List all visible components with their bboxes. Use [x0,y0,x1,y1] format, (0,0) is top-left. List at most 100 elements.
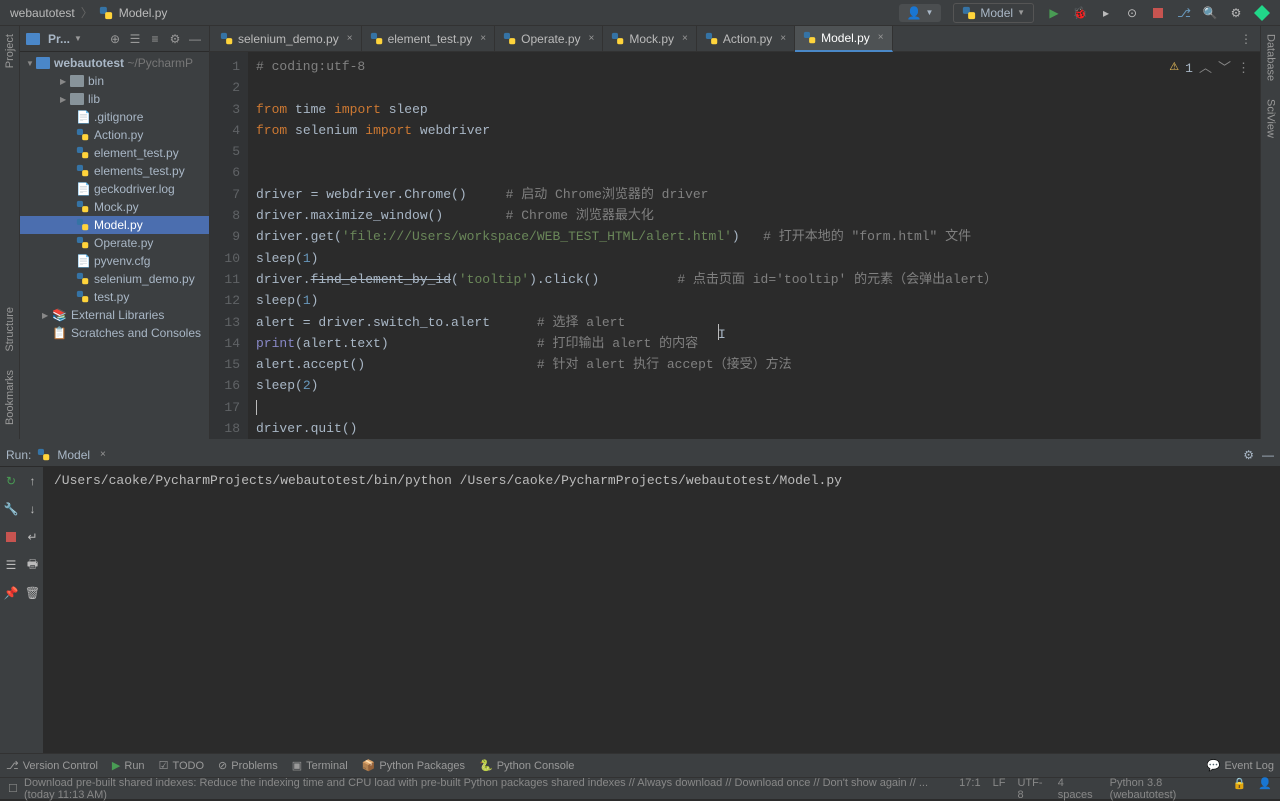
tab-model[interactable]: Model.py× [795,26,893,52]
bookmarks-tool-tab[interactable]: Bookmarks [4,366,16,429]
close-icon[interactable]: × [682,33,688,44]
coverage-icon[interactable]: ▸ [1098,5,1114,21]
warning-icon[interactable]: ⚠ [1169,58,1179,79]
project-tree[interactable]: ▼ webautotest ~/PycharmP ▶bin ▶lib 📄.git… [20,52,209,344]
gear-icon[interactable]: ⚙ [167,31,183,47]
line-number-gutter[interactable]: 123456789101112131415161718 [210,52,248,439]
collapse-all-icon[interactable]: ≡ [147,31,163,47]
tab-mock[interactable]: Mock.py× [603,26,697,52]
project-tool-tab[interactable]: Project [4,30,16,72]
tree-file[interactable]: Mock.py [20,198,209,216]
layout-icon[interactable]: ☰ [3,557,19,573]
tree-file[interactable]: 📄pyvenv.cfg [20,252,209,270]
tab-more-icon[interactable]: ⋮ [1232,32,1260,46]
lock-icon[interactable]: 🔒 [1233,777,1247,801]
interpreter[interactable]: Python 3.8 (webautotest) [1110,777,1221,801]
settings-icon[interactable]: ⚙ [1228,5,1244,21]
status-message[interactable]: Download pre-built shared indexes: Reduc… [24,777,959,801]
down-icon[interactable]: ↓ [25,501,41,517]
run-config-name[interactable]: Model [57,448,90,462]
tree-folder-bin[interactable]: ▶bin [20,72,209,90]
close-icon[interactable]: × [878,32,884,43]
tree-file[interactable]: element_test.py [20,144,209,162]
tab-element-test[interactable]: element_test.py× [362,26,496,52]
breadcrumb-project[interactable]: webautotest [10,6,75,20]
print-icon[interactable]: 🖶 [25,557,41,573]
more-icon[interactable]: ⋮ [1237,58,1250,79]
tree-file[interactable]: 📄geckodriver.log [20,180,209,198]
close-icon[interactable]: × [480,33,486,44]
stop-icon[interactable] [3,529,19,545]
terminal-tool[interactable]: ▣Terminal [292,759,348,772]
run-icon[interactable]: ▶ [1046,5,1062,21]
chevron-right-icon[interactable]: ▶ [60,95,70,104]
tree-scratches[interactable]: 📋Scratches and Consoles [20,324,209,342]
wrench-icon[interactable]: 🔧 [3,501,19,517]
stop-icon[interactable] [1150,5,1166,21]
hide-icon[interactable]: — [187,31,203,47]
problems-tool[interactable]: ⊘Problems [218,759,278,772]
indent[interactable]: 4 spaces [1058,777,1098,801]
tree-file[interactable]: Operate.py [20,234,209,252]
select-opened-file-icon[interactable]: ⊕ [107,31,123,47]
tab-selenium-demo[interactable]: selenium_demo.py× [212,26,362,52]
breadcrumb-file[interactable]: Model.py [119,6,168,20]
code-editor[interactable]: 123456789101112131415161718 ⚠1︿﹀⋮# codin… [210,52,1260,439]
inspection-widget[interactable]: ⚠1︿﹀⋮ [1169,58,1250,79]
profile-icon[interactable]: ⊙ [1124,5,1140,21]
soft-wrap-icon[interactable]: ↵ [25,529,41,545]
gear-icon[interactable]: ⚙ [1243,448,1254,462]
database-tool-tab[interactable]: Database [1265,30,1277,85]
close-icon[interactable]: × [780,33,786,44]
tool-windows-icon[interactable]: ☐ [8,782,18,795]
chevron-down-icon[interactable]: ﹀ [1218,58,1231,79]
tree-file[interactable]: elements_test.py [20,162,209,180]
python-packages-tool[interactable]: 📦Python Packages [362,759,465,772]
run-output[interactable]: /Users/caoke/PycharmProjects/webautotest… [44,467,1280,753]
search-icon[interactable]: 🔍 [1202,5,1218,21]
debug-icon[interactable]: 🐞 [1072,5,1088,21]
sciview-tool-tab[interactable]: SciView [1265,95,1277,142]
tree-file[interactable]: Action.py [20,126,209,144]
rerun-icon[interactable]: ↻ [3,473,19,489]
line-ending[interactable]: LF [993,777,1006,801]
tree-file-selected[interactable]: Model.py [20,216,209,234]
chevron-right-icon[interactable]: ▶ [60,77,70,86]
close-icon[interactable]: × [347,33,353,44]
chevron-up-icon[interactable]: ︿ [1199,58,1212,79]
tree-external-libs[interactable]: ▶📚External Libraries [20,306,209,324]
vcs-tool[interactable]: ⎇Version Control [6,759,98,772]
run-config-selector[interactable]: Model ▼ [953,3,1034,23]
folder-icon [70,75,84,87]
close-icon[interactable]: × [589,33,595,44]
tree-root[interactable]: ▼ webautotest ~/PycharmP [20,54,209,72]
event-log-tool[interactable]: 💬Event Log [1207,759,1274,772]
up-icon[interactable]: ↑ [25,473,41,489]
tree-file[interactable]: 📄.gitignore [20,108,209,126]
todo-tool[interactable]: ☑TODO [159,759,204,772]
run-tool[interactable]: ▶Run [112,759,145,772]
profile-icon[interactable]: 👤 [1258,777,1272,801]
user-button[interactable]: 👤▼ [899,4,942,22]
expand-all-icon[interactable]: ☰ [127,31,143,47]
tree-file[interactable]: selenium_demo.py [20,270,209,288]
chevron-right-icon[interactable]: ▶ [42,311,52,320]
cursor-position[interactable]: 17:1 [959,777,980,801]
tab-operate[interactable]: Operate.py× [495,26,603,52]
pin-icon[interactable]: 📌 [3,585,19,601]
python-console-tool[interactable]: 🐍Python Console [479,759,574,772]
tree-file[interactable]: test.py [20,288,209,306]
git-icon[interactable]: ⎇ [1176,5,1192,21]
tree-folder-lib[interactable]: ▶lib [20,90,209,108]
trash-icon[interactable]: 🗑 [25,585,41,601]
encoding[interactable]: UTF-8 [1017,777,1045,801]
breadcrumb[interactable]: webautotest 〉 Model.py [10,4,167,21]
code-content[interactable]: ⚠1︿﹀⋮# coding:utf-8 from time import sle… [248,52,1260,439]
tab-action[interactable]: Action.py× [697,26,795,52]
project-panel-title[interactable]: Pr... ▼ [26,32,103,46]
status-bar: ☐ Download pre-built shared indexes: Red… [0,777,1280,799]
structure-tool-tab[interactable]: Structure [4,303,16,356]
chevron-down-icon[interactable]: ▼ [26,59,36,68]
hide-icon[interactable]: — [1262,448,1274,462]
close-icon[interactable]: × [100,449,106,460]
